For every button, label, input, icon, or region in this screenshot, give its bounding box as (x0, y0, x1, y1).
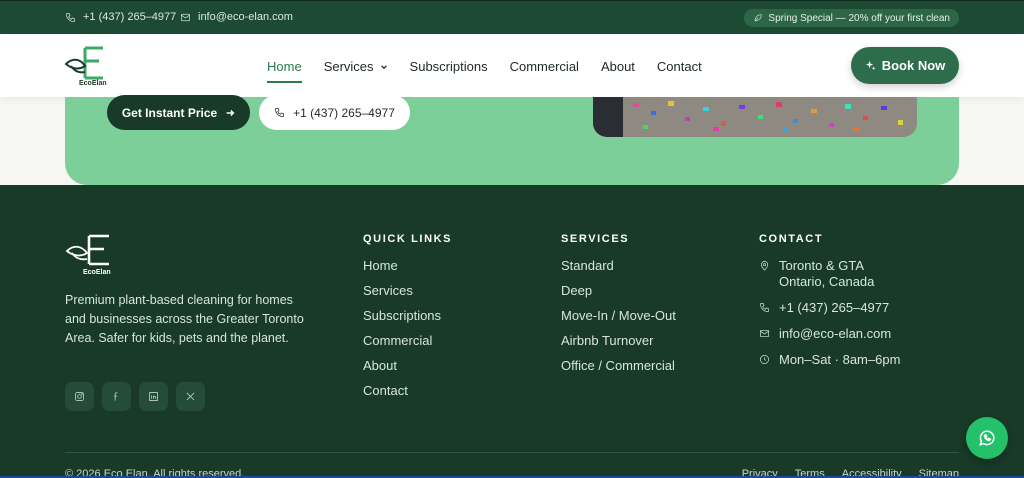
linkedin-link[interactable] (139, 382, 168, 411)
nav-subscriptions-label: Subscriptions (409, 59, 488, 74)
book-now-button[interactable]: Book Now (851, 47, 959, 84)
nav-home[interactable]: Home (267, 59, 302, 83)
get-instant-price-label: Get Instant Price (121, 105, 218, 120)
contact-phone[interactable]: +1 (437) 265–4977 (759, 300, 900, 316)
contact-phone-text: +1 (437) 265–4977 (779, 300, 890, 315)
contact-column: CONTACT Toronto & GTA Ontario, Canada +1… (759, 233, 900, 378)
get-instant-price-button[interactable]: Get Instant Price (107, 95, 250, 130)
nav-commercial[interactable]: Commercial (510, 59, 579, 74)
nav-subscriptions[interactable]: Subscriptions (410, 59, 488, 74)
footer-logo-icon[interactable] (65, 233, 115, 269)
whatsapp-button[interactable] (966, 417, 1008, 459)
nav-about-label: About (600, 59, 635, 74)
footer-link-home[interactable]: Home (363, 258, 452, 283)
topbar-phone[interactable]: +1 (437) 265–4977 (65, 11, 176, 23)
x-link[interactable] (176, 382, 205, 411)
mail-icon (760, 329, 769, 338)
footer-service-standard[interactable]: Standard (561, 258, 676, 283)
facebook-icon (114, 392, 118, 401)
logo-text: EcoElan (79, 80, 107, 87)
book-now-label: Book Now (881, 58, 946, 73)
nav-services[interactable]: Services (324, 59, 388, 74)
footer-link-contact[interactable]: Contact (363, 383, 452, 408)
quick-links-title: QUICK LINKS (363, 233, 453, 245)
contact-email-text: info@eco-elan.com (779, 326, 892, 341)
footer-logo-text: EcoElan (83, 269, 111, 276)
main-nav: Home Services Subscriptions Commercial A… (267, 59, 724, 83)
arrow-right-icon (226, 109, 235, 116)
x-icon (186, 392, 195, 401)
call-phone-label: +1 (437) 265–4977 (293, 105, 395, 120)
footer-link-about[interactable]: About (363, 358, 452, 383)
footer-link-services[interactable]: Services (363, 283, 452, 308)
quick-links-column: QUICK LINKS Home Services Subscriptions … (363, 233, 452, 408)
footer-service-airbnb[interactable]: Airbnb Turnover (561, 333, 676, 358)
services-column: SERVICES Standard Deep Move-In / Move-Ou… (561, 233, 676, 383)
footer-link-subscriptions[interactable]: Subscriptions (363, 308, 452, 333)
call-phone-button[interactable]: +1 (437) 265–4977 (259, 95, 410, 130)
hero-image (593, 97, 917, 137)
chevron-down-icon (380, 64, 387, 69)
phone-icon (760, 303, 769, 312)
address-line1: Toronto & GTA (779, 258, 865, 273)
contact-address: Toronto & GTA Ontario, Canada (759, 258, 900, 290)
clock-icon (760, 355, 769, 364)
contact-hours: Mon–Sat · 8am–6pm (759, 352, 900, 368)
nav-contact[interactable]: Contact (657, 59, 702, 74)
footer-service-deep[interactable]: Deep (561, 283, 676, 308)
services-title: SERVICES (561, 233, 630, 245)
topbar-email[interactable]: info@eco-elan.com (180, 11, 293, 23)
nav-home-label: Home (267, 59, 302, 74)
footer-service-office[interactable]: Office / Commercial (561, 358, 676, 383)
footer-divider (65, 452, 959, 453)
address-line2: Ontario, Canada (779, 274, 875, 289)
nav-commercial-label: Commercial (509, 59, 579, 74)
sparkle-icon (865, 60, 876, 71)
instagram-link[interactable] (65, 382, 94, 411)
whatsapp-icon (979, 430, 995, 446)
footer-service-move[interactable]: Move-In / Move-Out (561, 308, 676, 333)
nav-services-label: Services (323, 59, 374, 74)
topbar-phone-text: +1 (437) 265–4977 (83, 11, 177, 23)
contact-title: CONTACT (759, 233, 824, 245)
nav-contact-label: Contact (656, 59, 702, 74)
promo-badge: Spring Special — 20% off your first clea… (744, 9, 959, 27)
footer-description: Premium plant-based cleaning for homes a… (65, 293, 304, 345)
map-pin-icon (760, 261, 769, 271)
facebook-link[interactable] (102, 382, 131, 411)
contact-email[interactable]: info@eco-elan.com (759, 326, 900, 342)
phone-icon (66, 12, 75, 22)
nav-about[interactable]: About (601, 59, 635, 74)
top-bar: +1 (437) 265–4977 info@eco-elan.com Spri… (0, 0, 1024, 34)
social-links (65, 382, 205, 411)
phone-icon (275, 108, 285, 117)
main-header: EcoElan Home Services Subscriptions Comm… (0, 34, 1024, 97)
mail-icon (181, 13, 190, 21)
linkedin-icon (149, 392, 158, 401)
promo-text: Spring Special — 20% off your first clea… (768, 12, 950, 24)
footer-link-commercial[interactable]: Commercial (363, 333, 452, 358)
topbar-email-text: info@eco-elan.com (198, 11, 293, 23)
site-footer: EcoElan Premium plant-based cleaning for… (0, 185, 1024, 478)
contact-hours-text: Mon–Sat · 8am–6pm (779, 352, 901, 367)
instagram-icon (75, 392, 84, 401)
leaf-icon (755, 14, 763, 22)
